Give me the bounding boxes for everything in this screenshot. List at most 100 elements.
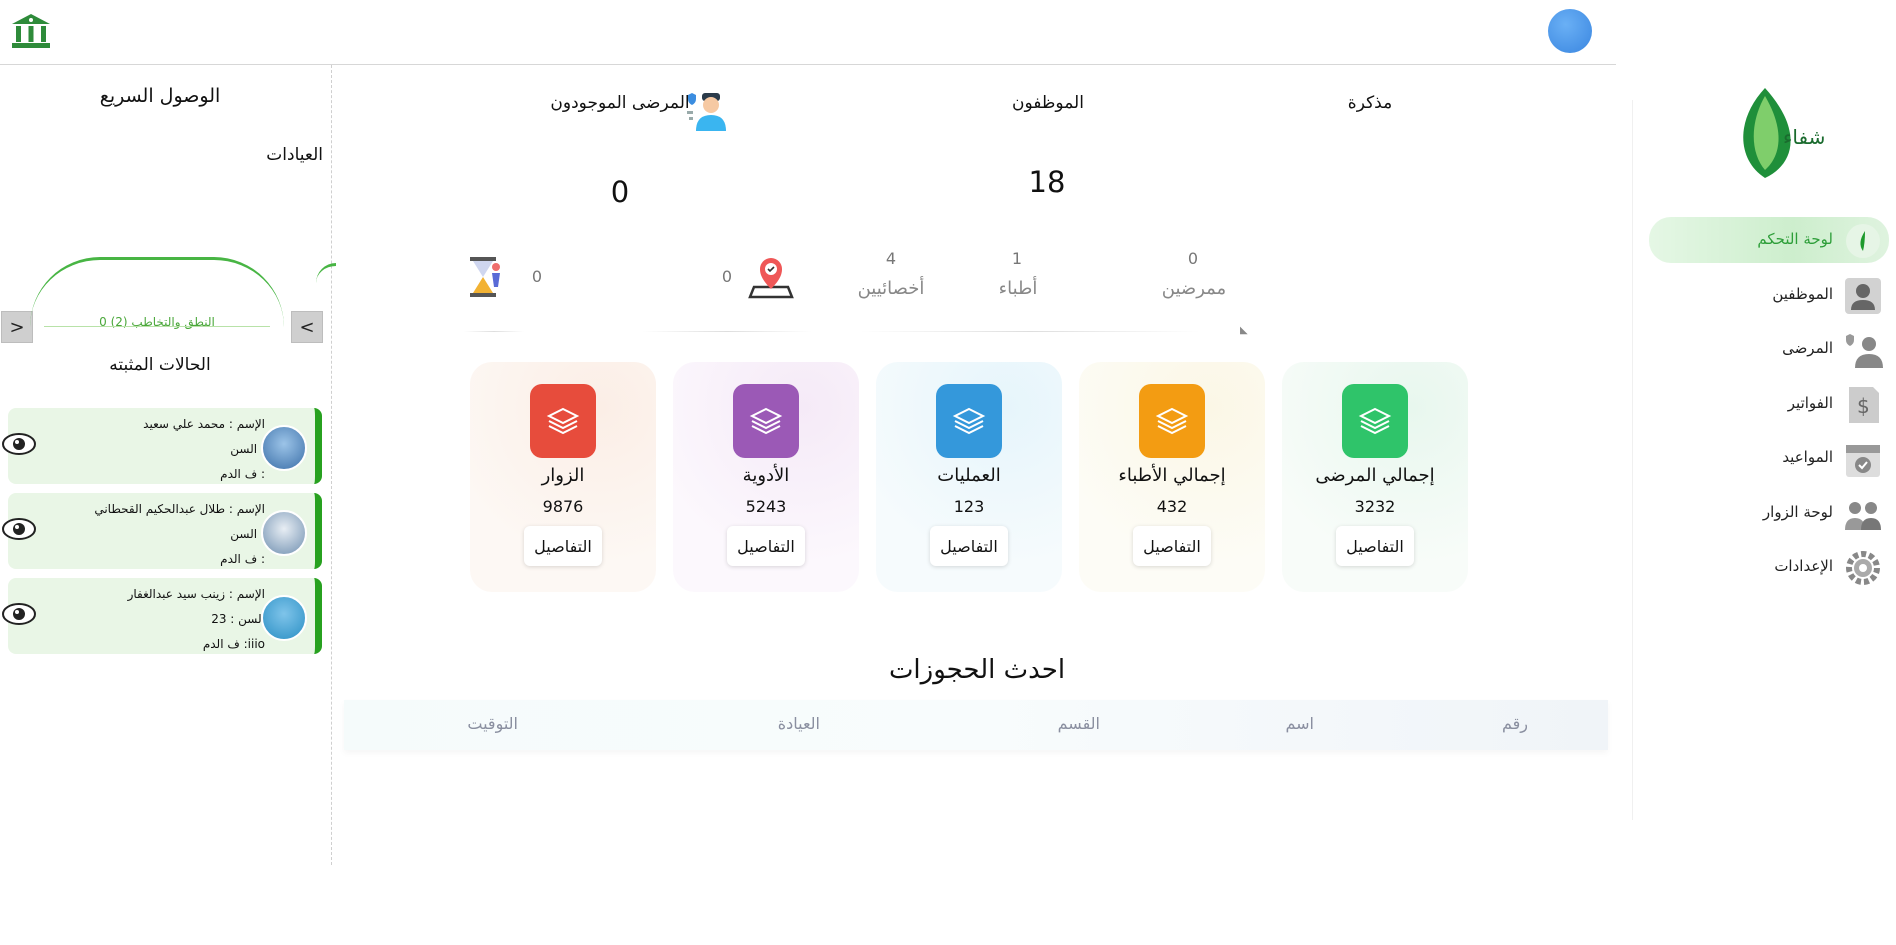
- clinics-label: العيادات: [266, 145, 323, 165]
- kpi-card-visitors[interactable]: الزوار 9876 التفاصيل: [470, 362, 656, 592]
- details-button[interactable]: التفاصيل: [1133, 526, 1211, 566]
- nav-dashboard[interactable]: لوحة التحكم: [1649, 217, 1889, 263]
- layers-icon: [1342, 384, 1408, 458]
- location-count: 0: [721, 267, 733, 286]
- present-patients-label: المرضى الموجودون: [550, 93, 690, 113]
- specialists-label: أخصائيين: [857, 278, 925, 299]
- nav-label: الموظفين: [1772, 285, 1833, 303]
- patients-icon: [1843, 330, 1883, 370]
- quick-access-panel: الوصول السريع العيادات > < النطق والتخاط…: [0, 65, 336, 865]
- patient-icon: [684, 87, 726, 133]
- staff-value: 18: [1028, 165, 1066, 199]
- pinned-cases-title: الحالات المثبته: [109, 355, 211, 375]
- layers-icon: [936, 384, 1002, 458]
- patient-photo: [261, 425, 307, 471]
- user-avatar[interactable]: [1548, 9, 1592, 53]
- patient-photo: [261, 595, 307, 641]
- doctors-count: 1: [1011, 249, 1023, 268]
- pinned-age: السن :: [230, 442, 265, 456]
- column-header-time: التوقيت: [467, 714, 518, 733]
- latest-bookings-title: احدث الحجوزات: [888, 655, 1066, 685]
- resize-handle-icon: ◣: [1240, 325, 1248, 336]
- nav-staff[interactable]: الموظفين: [1649, 272, 1889, 318]
- nav-label: الإعدادات: [1774, 557, 1833, 575]
- nav-label: لوحة الزوار: [1762, 503, 1833, 521]
- pinned-age: السن :: [230, 527, 265, 541]
- nav-label: المواعيد: [1782, 448, 1833, 466]
- nav-appointments[interactable]: المواعيد: [1649, 435, 1889, 481]
- layers-icon: [530, 384, 596, 458]
- pinned-case-card[interactable]: الإسم : زينب سيد عبدالغفار السن : 23 ف ا…: [2, 578, 322, 654]
- nurses-count: 0: [1187, 249, 1199, 268]
- kpi-value: 123: [953, 497, 985, 516]
- quick-access-title: الوصول السريع: [99, 85, 221, 107]
- visitors-icon: [1843, 494, 1883, 534]
- nav-label: الفواتير: [1787, 394, 1833, 412]
- column-header-number: رقم: [1501, 714, 1528, 733]
- logo-text: شفاء: [1783, 125, 1825, 149]
- app-logo[interactable]: شفاء: [1725, 80, 1825, 190]
- specialists-count: 4: [885, 249, 897, 268]
- clinic-card[interactable]: النطق والتخاطب (2) 0: [30, 257, 284, 334]
- kpi-title: العمليات: [937, 465, 1001, 486]
- waiting-count: 0: [531, 267, 543, 286]
- kpi-card-patients[interactable]: إجمالي المرضى 3232 التفاصيل: [1282, 362, 1468, 592]
- pinned-name: الإسم : زينب سيد عبدالغفار: [127, 587, 265, 601]
- column-header-clinic: العيادة: [777, 714, 820, 733]
- details-button[interactable]: التفاصيل: [930, 526, 1008, 566]
- details-button[interactable]: التفاصيل: [727, 526, 805, 566]
- waiting-divider: [464, 331, 524, 332]
- pinned-case-card[interactable]: الإسم : طلال عبدالحكيم القحطاني السن : ف…: [2, 493, 322, 569]
- dashboard-icon: [1843, 221, 1883, 261]
- sidebar: شفاء لوحة التحكم الموظفين المرضى الفواتي…: [1632, 88, 1896, 820]
- top-bar: [0, 0, 1616, 65]
- column-header-department: القسم: [1057, 714, 1100, 733]
- patient-photo: [261, 510, 307, 556]
- memo-label[interactable]: مذكرة: [1310, 93, 1430, 113]
- eye-icon[interactable]: [2, 515, 36, 543]
- appointments-icon: [1843, 439, 1883, 479]
- kpi-card-doctors[interactable]: إجمالي الأطباء 432 التفاصيل: [1079, 362, 1265, 592]
- pinned-blood: ف الدم :: [220, 552, 265, 566]
- layers-icon: [733, 384, 799, 458]
- pinned-case-card[interactable]: الإسم : محمد علي سعيد السن : ف الدم :: [2, 408, 322, 484]
- staff-icon: [1843, 276, 1883, 316]
- kpi-card-operations[interactable]: العمليات 123 التفاصيل: [876, 362, 1062, 592]
- nav-invoices[interactable]: الفواتير $: [1649, 381, 1889, 427]
- eye-icon[interactable]: [2, 430, 36, 458]
- layers-icon: [1139, 384, 1205, 458]
- main-content: المرضى الموجودون 0 الموظفون 18 مذكرة 0 م…: [332, 65, 1622, 865]
- kpi-title: الزوار: [541, 465, 585, 486]
- location-divider: [642, 331, 812, 332]
- details-button[interactable]: التفاصيل: [524, 526, 602, 566]
- hourglass-icon: [468, 255, 504, 299]
- nav-visitors[interactable]: لوحة الزوار: [1649, 490, 1889, 536]
- nav-settings[interactable]: الإعدادات: [1649, 544, 1889, 590]
- present-patients-value: 0: [610, 175, 630, 209]
- nurses-label: ممرضين: [1161, 278, 1227, 299]
- pinned-name: الإسم : محمد علي سعيد: [143, 417, 265, 431]
- nav-label: لوحة التحكم: [1757, 230, 1833, 248]
- clinic-divider: [44, 326, 270, 327]
- carousel-prev-button[interactable]: <: [291, 311, 323, 343]
- staff-divider: [860, 331, 1200, 332]
- details-button[interactable]: التفاصيل: [1336, 526, 1414, 566]
- carousel-next-button[interactable]: >: [1, 311, 33, 343]
- column-header-name: اسم: [1285, 714, 1315, 733]
- nav-patients[interactable]: المرضى: [1649, 326, 1889, 372]
- doctors-label: أطباء: [998, 278, 1038, 299]
- kpi-value: 5243: [745, 497, 787, 516]
- kpi-value: 9876: [542, 497, 584, 516]
- kpi-card-medicines[interactable]: الأدوية 5243 التفاصيل: [673, 362, 859, 592]
- eye-icon[interactable]: [2, 600, 36, 628]
- clinics-carousel: > < النطق والتخاطب (2) 0: [0, 193, 336, 343]
- settings-icon: [1843, 548, 1883, 588]
- bank-icon[interactable]: [10, 12, 52, 50]
- location-icon: [748, 253, 794, 299]
- svg-text:$: $: [1857, 394, 1870, 418]
- kpi-value: 432: [1156, 497, 1188, 516]
- kpi-value: 3232: [1354, 497, 1396, 516]
- bookings-table-header: رقم اسم القسم العيادة التوقيت: [344, 700, 1608, 750]
- kpi-title: إجمالي الأطباء: [1118, 465, 1226, 486]
- kpi-title: الأدوية: [742, 465, 790, 486]
